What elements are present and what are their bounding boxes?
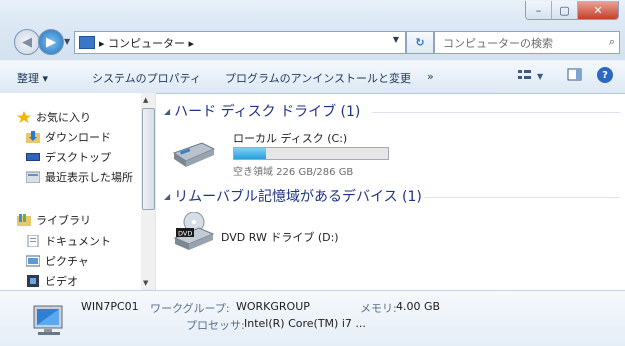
nav-scrollbar-thumb[interactable] <box>142 108 155 210</box>
local-disk-name: ローカル ディスク (C:) <box>233 132 348 145</box>
nav-desktop-label: デスクトップ <box>45 151 111 164</box>
address-row: ◀ ▶ ▼ ▸ コンピューター ▸ ▼ ↻ コンピューターの検索 ⌕ <box>0 24 625 60</box>
back-button[interactable]: ◀ <box>14 29 40 55</box>
dvd-drive-icon: DVD <box>173 212 215 250</box>
window-controls: – ▢ ✕ <box>525 1 619 20</box>
command-bar: 整理 ▾ システムのプロパティ プログラムのアンインストールと変更 » ▼ ? <box>0 60 625 94</box>
processor-label: プロセッサ: <box>186 319 245 332</box>
system-properties-button[interactable]: システムのプロパティ <box>92 70 201 86</box>
forward-arrow-icon: ▶ <box>46 34 56 50</box>
nav-favorites[interactable]: お気に入り <box>17 109 139 125</box>
nav-downloads-label: ダウンロード <box>45 131 111 144</box>
nav-downloads[interactable]: ダウンロード <box>26 129 148 145</box>
memory-label: メモリ: <box>360 302 397 315</box>
minimize-button[interactable]: – <box>526 1 551 19</box>
videos-icon <box>27 275 39 287</box>
nav-documents[interactable]: ドキュメント <box>26 233 148 249</box>
nav-desktop[interactable]: デスクトップ <box>26 149 148 165</box>
downloads-folder-icon <box>26 131 40 143</box>
computer-icon <box>79 36 95 49</box>
local-disk-free-space: 空き領域 226 GB/286 GB <box>233 167 354 178</box>
search-icon[interactable]: ⌕ <box>609 35 615 49</box>
workgroup-value: WORKGROUP <box>236 300 310 313</box>
nav-pictures[interactable]: ピクチャ <box>26 253 148 269</box>
address-bar[interactable]: ▸ コンピューター ▸ ▼ <box>74 31 406 54</box>
removable-group-header[interactable]: ◢ リムーバブル記憶域があるデバイス (1) <box>164 186 422 206</box>
desktop-icon <box>26 153 40 161</box>
group-divider <box>424 197 620 198</box>
close-button[interactable]: ✕ <box>577 1 618 19</box>
recent-places-icon <box>26 171 40 183</box>
maximize-button[interactable]: ▢ <box>551 1 577 19</box>
nav-favorites-label: お気に入り <box>36 111 91 124</box>
hdd-group-label: ハード ディスク ドライブ (1) <box>174 104 361 120</box>
address-dropdown-icon[interactable]: ▼ <box>393 35 399 44</box>
forward-button[interactable]: ▶ <box>38 29 64 55</box>
removable-group-label: リムーバブル記憶域があるデバイス (1) <box>174 189 422 205</box>
view-options-icon: ▼ <box>518 70 544 81</box>
back-arrow-icon: ◀ <box>22 34 32 50</box>
nav-videos-label: ビデオ <box>45 275 78 288</box>
pictures-icon <box>26 255 40 267</box>
nav-documents-label: ドキュメント <box>45 235 111 248</box>
details-pane: WIN7PC01 ワークグループ: WORKGROUP メモリ: 4.00 GB… <box>0 290 625 346</box>
nav-libraries-label: ライブラリ <box>36 214 91 227</box>
libraries-icon <box>17 214 31 226</box>
view-options-button[interactable]: ▼ <box>517 68 547 85</box>
processor-value: Intel(R) Core(TM) i7 ... <box>244 317 366 330</box>
nav-libraries[interactable]: ライブラリ <box>17 212 139 228</box>
group-divider <box>372 112 620 113</box>
refresh-button[interactable]: ↻ <box>406 31 434 54</box>
svg-text:▼: ▼ <box>537 72 544 81</box>
nav-videos[interactable]: ビデオ <box>26 273 148 289</box>
hard-drive-icon <box>172 142 216 167</box>
hdd-group-header[interactable]: ◢ ハード ディスク ドライブ (1) <box>164 101 360 121</box>
navigation-pane: お気に入り ダウンロード デスクトップ 最近表示した場所 ライブラリ ドキュメン… <box>0 93 155 290</box>
computer-icon <box>33 305 63 335</box>
computer-name: WIN7PC01 <box>81 300 139 313</box>
documents-icon <box>27 235 39 247</box>
star-icon <box>17 111 31 123</box>
recent-pages-dropdown[interactable]: ▼ <box>64 37 70 46</box>
preview-pane-button[interactable] <box>567 68 583 85</box>
workgroup-label: ワークグループ: <box>150 302 230 315</box>
search-input[interactable]: コンピューターの検索 ⌕ <box>434 31 620 54</box>
organize-menu[interactable]: 整理 ▾ <box>17 70 48 86</box>
search-placeholder: コンピューターの検索 <box>443 37 553 50</box>
collapse-triangle-icon: ◢ <box>164 106 171 116</box>
address-path[interactable]: ▸ コンピューター ▸ <box>99 35 194 51</box>
nav-recent-places-label: 最近表示した場所 <box>45 171 133 184</box>
disk-usage-bar <box>233 147 389 160</box>
nav-pictures-label: ピクチャ <box>45 255 89 268</box>
nav-recent-places[interactable]: 最近表示した場所 <box>26 169 148 185</box>
dvd-badge-text: DVD <box>178 230 192 238</box>
disk-usage-fill <box>234 148 267 159</box>
scroll-down-icon[interactable]: ▼ <box>143 279 148 287</box>
preview-pane-icon <box>567 68 582 81</box>
pane-splitter[interactable] <box>155 93 156 290</box>
scroll-up-icon[interactable]: ▲ <box>143 96 148 104</box>
uninstall-programs-button[interactable]: プログラムのアンインストールと変更 <box>225 70 411 86</box>
refresh-icon: ↻ <box>415 36 425 49</box>
dvd-drive-name: DVD RW ドライブ (D:) <box>221 231 339 244</box>
explorer-window: – ▢ ✕ ◀ ▶ ▼ ▸ コンピューター ▸ ▼ ↻ コンピューターの検索 ⌕… <box>0 0 625 346</box>
more-commands-button[interactable]: » <box>427 70 434 83</box>
memory-value: 4.00 GB <box>396 300 441 313</box>
help-icon[interactable]: ? <box>597 67 613 83</box>
title-bar: – ▢ ✕ <box>0 0 625 24</box>
collapse-triangle-icon: ◢ <box>164 191 171 201</box>
